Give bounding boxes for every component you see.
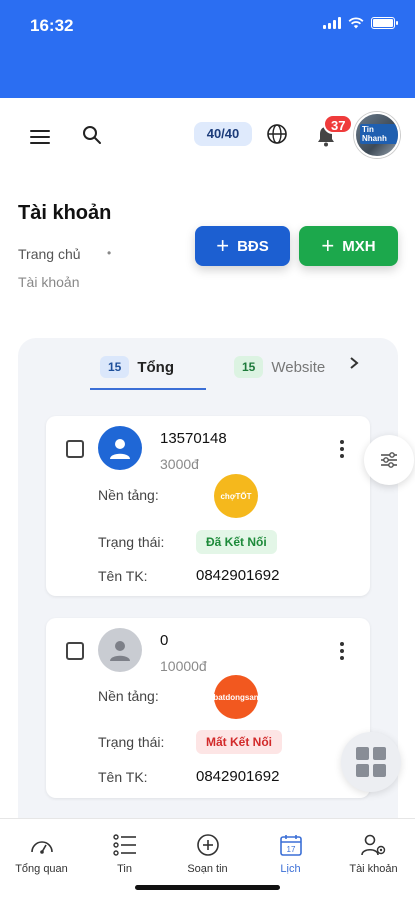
- list-icon: [112, 834, 136, 856]
- status-icons: [323, 17, 398, 29]
- select-checkbox[interactable]: [66, 440, 84, 458]
- user-icon: [110, 641, 130, 661]
- tab-website[interactable]: 15 Website: [234, 355, 354, 379]
- platform-label: Nền tảng:: [98, 487, 159, 503]
- breadcrumb-home[interactable]: Trang chủ: [18, 246, 81, 262]
- add-bds-button[interactable]: + BĐS: [195, 226, 290, 266]
- user-avatar: [98, 426, 142, 470]
- calendar-icon: 17: [279, 835, 302, 856]
- add-bds-label: BĐS: [237, 237, 269, 255]
- breadcrumb-current: Tài khoản: [18, 274, 80, 290]
- platform-label: Nền tảng:: [98, 688, 159, 704]
- account-card[interactable]: 13570148 3000đ Nền tảng: chợTỐT Trạng th…: [46, 416, 370, 596]
- chotot-logo: chợTỐT: [214, 474, 258, 518]
- nav-label: Tin: [117, 863, 132, 875]
- add-mxh-button[interactable]: + MXH: [299, 226, 398, 266]
- nav-item-account[interactable]: Tài khoản: [332, 831, 415, 875]
- top-bar: 40/40 37 Tin Nhanh: [0, 98, 415, 170]
- tab-label: Website: [271, 358, 326, 376]
- gauge-icon: [30, 841, 53, 854]
- nav-label: Soạn tin: [187, 863, 228, 875]
- home-indicator: [135, 885, 280, 890]
- plus-icon: +: [216, 233, 230, 258]
- platform-logo-text: chợTỐT: [220, 491, 252, 501]
- quota-counter[interactable]: 40/40: [194, 122, 252, 146]
- more-options-icon[interactable]: [340, 642, 344, 660]
- menu-icon[interactable]: [30, 130, 50, 148]
- tab-bar: 15 Tổng 15 Website: [18, 338, 398, 392]
- status-label: Trạng thái:: [98, 534, 165, 550]
- profile-avatar[interactable]: Tin Nhanh: [354, 112, 400, 158]
- nav-label: Tổng quan: [15, 863, 68, 875]
- signal-icon: [323, 17, 341, 29]
- nav-label: Tài khoản: [349, 863, 398, 875]
- user-icon: [110, 439, 130, 459]
- account-name: 13570148: [160, 430, 227, 447]
- grid-icon: [356, 747, 369, 760]
- batdongsan-logo: batdongsan: [213, 675, 259, 719]
- status-badge: Mất Kết Nối: [196, 730, 282, 754]
- active-tab-indicator: [90, 388, 206, 390]
- grid-icon: [356, 764, 369, 777]
- search-icon[interactable]: [82, 125, 102, 145]
- account-name-label: Tên TK:: [98, 769, 148, 785]
- tab-count: 15: [100, 356, 130, 378]
- filter-button[interactable]: [364, 435, 414, 485]
- status-label: Trạng thái:: [98, 734, 165, 750]
- platform-logo-text: batdongsan: [213, 692, 259, 702]
- status-time: 16:32: [30, 16, 74, 35]
- globe-icon[interactable]: [266, 123, 288, 145]
- user-avatar: [98, 628, 142, 672]
- more-options-icon[interactable]: [340, 440, 344, 458]
- account-name-label: Tên TK:: [98, 568, 148, 584]
- account-price: 10000đ: [160, 658, 207, 674]
- account-username: 0842901692: [196, 567, 280, 584]
- account-username: 0842901692: [196, 768, 280, 785]
- accounts-panel: 15 Tổng 15 Website 13570148 3000đ Nền tả…: [18, 338, 398, 818]
- tab-count: 15: [234, 356, 264, 378]
- account-name: 0: [160, 632, 169, 649]
- nav-label: Lịch: [280, 863, 301, 875]
- calendar-day: 17: [286, 845, 295, 854]
- status-bar: 16:32: [0, 0, 415, 98]
- chevron-right-icon[interactable]: [348, 356, 360, 370]
- plus-icon: +: [321, 233, 335, 258]
- nav-item-overview[interactable]: Tổng quan: [0, 831, 83, 875]
- add-mxh-label: MXH: [342, 237, 376, 255]
- tab-label: Tổng: [137, 358, 175, 376]
- battery-icon: [371, 17, 398, 29]
- grid-menu-button[interactable]: [341, 732, 401, 792]
- breadcrumb-separator: •: [107, 246, 112, 260]
- status-badge: Đã Kết Nối: [196, 530, 277, 554]
- avatar-brand-text: Tin Nhanh: [360, 124, 398, 144]
- select-checkbox[interactable]: [66, 642, 84, 660]
- wifi-icon: [348, 17, 364, 29]
- notification-badge[interactable]: 37: [323, 114, 354, 134]
- grid-icon: [373, 747, 386, 760]
- user-settings-icon: [360, 834, 385, 856]
- nav-item-calendar[interactable]: 17 Lịch: [249, 831, 332, 875]
- tab-total[interactable]: 15 Tổng: [100, 355, 174, 379]
- account-price: 3000đ: [160, 456, 199, 472]
- nav-item-compose[interactable]: Soạn tin: [166, 831, 249, 875]
- page-title: Tài khoản: [18, 202, 112, 224]
- nav-item-posts[interactable]: Tin: [83, 831, 166, 875]
- sliders-icon: [381, 452, 397, 468]
- add-circle-icon: [196, 834, 219, 856]
- grid-icon: [373, 764, 386, 777]
- account-card[interactable]: 0 10000đ Nền tảng: batdongsan Trạng thái…: [46, 618, 370, 798]
